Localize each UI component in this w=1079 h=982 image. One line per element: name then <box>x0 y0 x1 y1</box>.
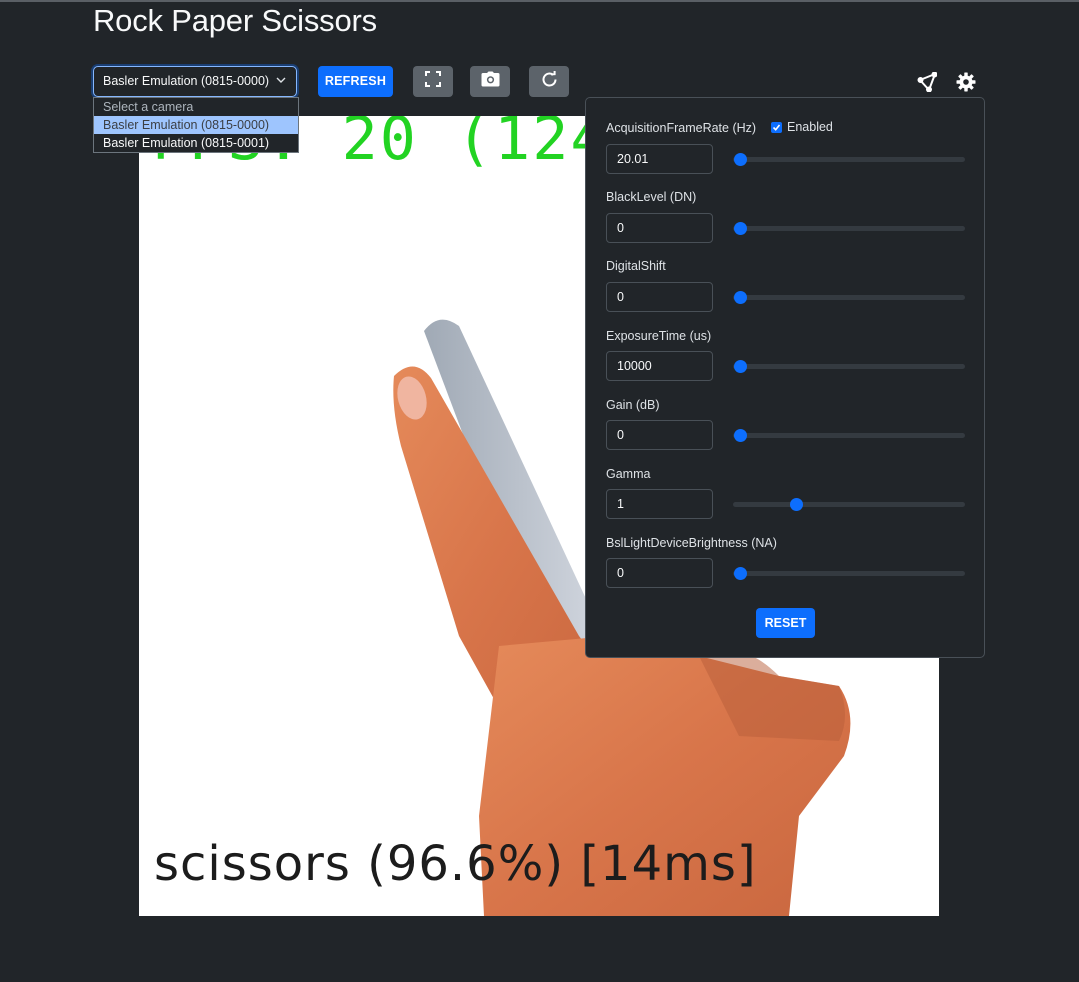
param-label-acquisition-frame-rate: AcquisitionFrameRate (Hz) <box>606 121 757 135</box>
gain-input[interactable]: 0 <box>606 420 713 450</box>
refresh-button[interactable]: REFRESH <box>318 66 393 97</box>
slider-thumb[interactable] <box>733 153 747 166</box>
page-title: Rock Paper Scissors <box>93 3 377 38</box>
acquisition-frame-rate-input[interactable]: 20.01 <box>606 144 713 174</box>
param-label-light-brightness: BslLightDeviceBrightness (NA) <box>606 536 777 550</box>
snapshot-button[interactable] <box>470 66 510 97</box>
light-brightness-slider[interactable] <box>733 567 965 580</box>
param-label-black-level: BlackLevel (DN) <box>606 190 697 204</box>
light-brightness-input[interactable]: 0 <box>606 558 713 588</box>
exposure-time-slider[interactable] <box>733 360 965 373</box>
enabled-label: Enabled <box>787 120 833 134</box>
frame-rate-enabled-checkbox[interactable]: Enabled <box>771 120 833 134</box>
slider-thumb[interactable] <box>789 498 803 511</box>
camera-icon <box>481 71 500 92</box>
window-top-border <box>0 0 1079 2</box>
acquisition-frame-rate-slider[interactable] <box>733 153 965 166</box>
fullscreen-icon <box>425 71 441 92</box>
slider-thumb[interactable] <box>733 429 747 442</box>
restart-button[interactable] <box>529 66 569 97</box>
slider-thumb[interactable] <box>733 567 747 580</box>
camera-options-list: Select a camera Basler Emulation (0815-0… <box>93 97 299 153</box>
gear-icon[interactable] <box>955 71 977 93</box>
gamma-input[interactable]: 1 <box>606 489 713 519</box>
param-label-gain: Gain (dB) <box>606 398 660 412</box>
param-label-exposure-time: ExposureTime (us) <box>606 329 712 343</box>
slider-thumb[interactable] <box>733 291 747 304</box>
digital-shift-input[interactable]: 0 <box>606 282 713 312</box>
reset-button[interactable]: RESET <box>756 608 815 638</box>
camera-option-0815-0001[interactable]: Basler Emulation (0815-0001) <box>94 134 298 152</box>
share-icon[interactable] <box>916 71 938 93</box>
black-level-slider[interactable] <box>733 222 965 235</box>
chevron-down-icon <box>276 67 286 96</box>
gain-slider[interactable] <box>733 429 965 442</box>
rotate-icon <box>541 70 558 93</box>
slider-thumb[interactable] <box>733 222 747 235</box>
camera-select-value: Basler Emulation (0815-0000) <box>103 74 270 88</box>
camera-settings-panel: AcquisitionFrameRate (Hz) Enabled 20.01 … <box>585 97 985 658</box>
exposure-time-input[interactable]: 10000 <box>606 351 713 381</box>
prediction-overlay-text: scissors (96.6%) [14ms] <box>154 836 757 892</box>
slider-thumb[interactable] <box>733 360 747 373</box>
camera-select[interactable]: Basler Emulation (0815-0000) <box>93 66 297 97</box>
gamma-slider[interactable] <box>733 498 965 511</box>
check-icon <box>771 121 782 133</box>
fullscreen-button[interactable] <box>413 66 453 97</box>
black-level-input[interactable]: 0 <box>606 213 713 243</box>
camera-option-0815-0000[interactable]: Basler Emulation (0815-0000) <box>94 116 298 134</box>
param-label-digital-shift: DigitalShift <box>606 259 666 273</box>
param-label-gamma: Gamma <box>606 467 651 481</box>
camera-option-placeholder[interactable]: Select a camera <box>94 98 298 116</box>
digital-shift-slider[interactable] <box>733 291 965 304</box>
